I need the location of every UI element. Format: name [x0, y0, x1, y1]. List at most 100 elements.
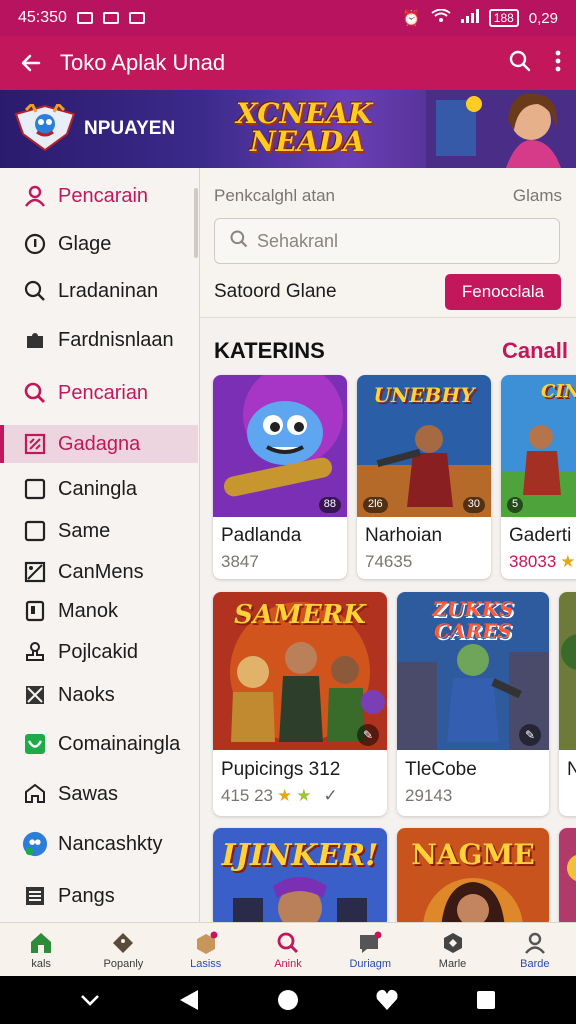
screen-icon [128, 12, 145, 24]
game-count: 29143 [405, 786, 453, 805]
sidebar-item-label: Nancashkty [58, 832, 163, 855]
game-thumbnail [559, 592, 576, 750]
grid-icon [22, 431, 48, 457]
sidebar-item-pojlcakid[interactable]: Pojlcakid [0, 633, 198, 671]
more-vert-icon[interactable] [554, 49, 562, 78]
star-icon: ★ [296, 786, 312, 805]
bottom-navigation: kals Popanly Lasiss Anink Duriagm Marle … [0, 922, 576, 976]
sidebar-item-label: Sawas [58, 782, 119, 805]
sidebar-item-label: Manok [58, 599, 119, 622]
thumb-title: NAGME [411, 838, 535, 871]
puzzle-icon [22, 327, 48, 353]
game-card[interactable]: ZUKKS CARES ✎ TleCobe 29143 [397, 592, 549, 816]
promo-line-2: NEADA [250, 125, 365, 158]
nav-tab-label: Duriagm [349, 957, 392, 970]
sidebar-item-nancashkty[interactable]: Nancashkty [0, 824, 198, 864]
sidebar-item-naoks[interactable]: Naoks [0, 676, 198, 714]
back-triangle-icon[interactable] [174, 985, 204, 1015]
game-name: TleCobe [405, 759, 477, 780]
shield-icon [22, 731, 48, 757]
game-card[interactable]: N [559, 592, 576, 816]
search-field[interactable] [214, 218, 560, 264]
status-right-text: 0,29 [528, 9, 558, 27]
game-thumbnail [559, 828, 576, 922]
nav-tab-lasiss[interactable]: Lasiss [165, 923, 247, 976]
home-icon [22, 781, 48, 807]
sidebar-item-lradaninan[interactable]: Lradaninan [0, 271, 198, 311]
nav-tab-label: Popanly [103, 957, 144, 970]
sidebar-item-label: Glage [58, 232, 112, 255]
game-card[interactable]: UNEBHY 2l6 30 Narhoian 74635 [357, 375, 491, 579]
app-bar: Toko Aplak Unad [0, 36, 576, 90]
recents-square-icon[interactable] [471, 985, 501, 1015]
sidebar-item-manok[interactable]: Manok [0, 592, 198, 630]
star-icon: ★ [560, 552, 576, 571]
back-arrow-icon[interactable] [14, 46, 48, 80]
edit-icon[interactable]: ✎ [357, 724, 379, 746]
home-circle-icon[interactable] [273, 985, 303, 1015]
sidebar-item-sawas[interactable]: Sawas [0, 774, 198, 814]
search-icon[interactable] [508, 49, 532, 78]
square-icon [22, 518, 48, 544]
sidebar-item-label: Pencarain [58, 184, 149, 207]
search-input[interactable] [257, 230, 547, 252]
sidebar-item-caningla[interactable]: Caningla [0, 470, 198, 508]
image-icon [22, 559, 48, 585]
filter-button[interactable]: Fenocclala [445, 274, 561, 310]
sidebar-item-comainaingla[interactable]: Comainaingla [0, 724, 198, 764]
sidebar-item-label: Naoks [58, 683, 115, 706]
game-card[interactable]: IJINKER! [213, 828, 387, 922]
sidebar-item-pencarain[interactable]: Pencarain [0, 176, 198, 216]
sort-select[interactable]: Satoord Glane [214, 281, 337, 303]
wifi-icon [431, 8, 451, 27]
thumb-title: SAMERK [234, 600, 366, 630]
nav-tab-duriagm[interactable]: Duriagm [329, 923, 411, 976]
sidebar-item-glage[interactable]: Glage [0, 224, 198, 264]
game-count: 38033 [509, 552, 557, 571]
check-icon: ✓ [323, 786, 338, 805]
nav-tab-marle[interactable]: Marle [411, 923, 493, 976]
edit-icon[interactable]: ✎ [519, 724, 541, 746]
game-card[interactable]: 88 Padlanda 3847 [213, 375, 347, 579]
game-meta: 29143 [405, 786, 452, 806]
section-view-all-link[interactable]: Canall [502, 338, 568, 364]
search-icon [22, 380, 48, 406]
game-card[interactable]: CIN 5 Gaderti 38033★ [501, 375, 576, 579]
game-meta: 74635 [365, 552, 412, 572]
sidebar-item-pangs[interactable]: Pangs [0, 876, 198, 916]
heart-icon[interactable] [372, 985, 402, 1015]
nav-tab-popanly[interactable]: Popanly [82, 923, 164, 976]
sidebar-item-canmens[interactable]: CanMens [0, 553, 198, 591]
game-card[interactable]: SAMERK ✎ Pupicings 312 415 23 ★ ★ ✓ [213, 592, 387, 816]
sidebar-item-label: Fardnisnlaan [58, 328, 174, 351]
search-header-right[interactable]: Glams [513, 186, 562, 206]
promo-banner[interactable]: NPUAYEN XCNEAK NEADA [0, 90, 576, 168]
page-title: Toko Aplak Unad [60, 50, 226, 75]
thumb-badge: 88 [318, 497, 341, 513]
nav-tab-kals[interactable]: kals [0, 923, 82, 976]
stamp-icon [22, 639, 48, 665]
sidebar-item-same[interactable]: Same [0, 512, 198, 550]
game-card[interactable] [559, 828, 576, 922]
thumb-badge-left: 2l6 [363, 497, 388, 513]
game-count: 415 23 [221, 786, 273, 805]
game-name: Narhoian [365, 525, 443, 546]
banner-character-image [426, 90, 576, 168]
game-card[interactable]: NAGME [397, 828, 549, 922]
brand-logo-icon [14, 104, 76, 152]
nav-tab-barde[interactable]: Barde [494, 923, 576, 976]
game-name: Padlanda [221, 525, 302, 546]
chevron-down-icon[interactable] [75, 985, 105, 1015]
nav-tab-anink[interactable]: Anink [247, 923, 329, 976]
nav-tab-label: Marle [438, 957, 467, 970]
sidebar-item-pencarian[interactable]: Pencarian [0, 373, 198, 413]
list-icon [22, 883, 48, 909]
nav-tab-label: Lasiss [190, 957, 222, 970]
sidebar-item-fardnisnlaan[interactable]: Fardnisnlaan [0, 320, 198, 360]
game-name: Pupicings 312 [221, 759, 341, 780]
thumb-title: CIN [541, 381, 576, 402]
battery-icon: 188 [488, 9, 519, 27]
game-meta: 38033 ★ [509, 552, 576, 572]
thumb-title: ZUKKS CARES [432, 597, 514, 643]
sidebar-item-gadagna[interactable]: Gadagna [0, 425, 198, 463]
